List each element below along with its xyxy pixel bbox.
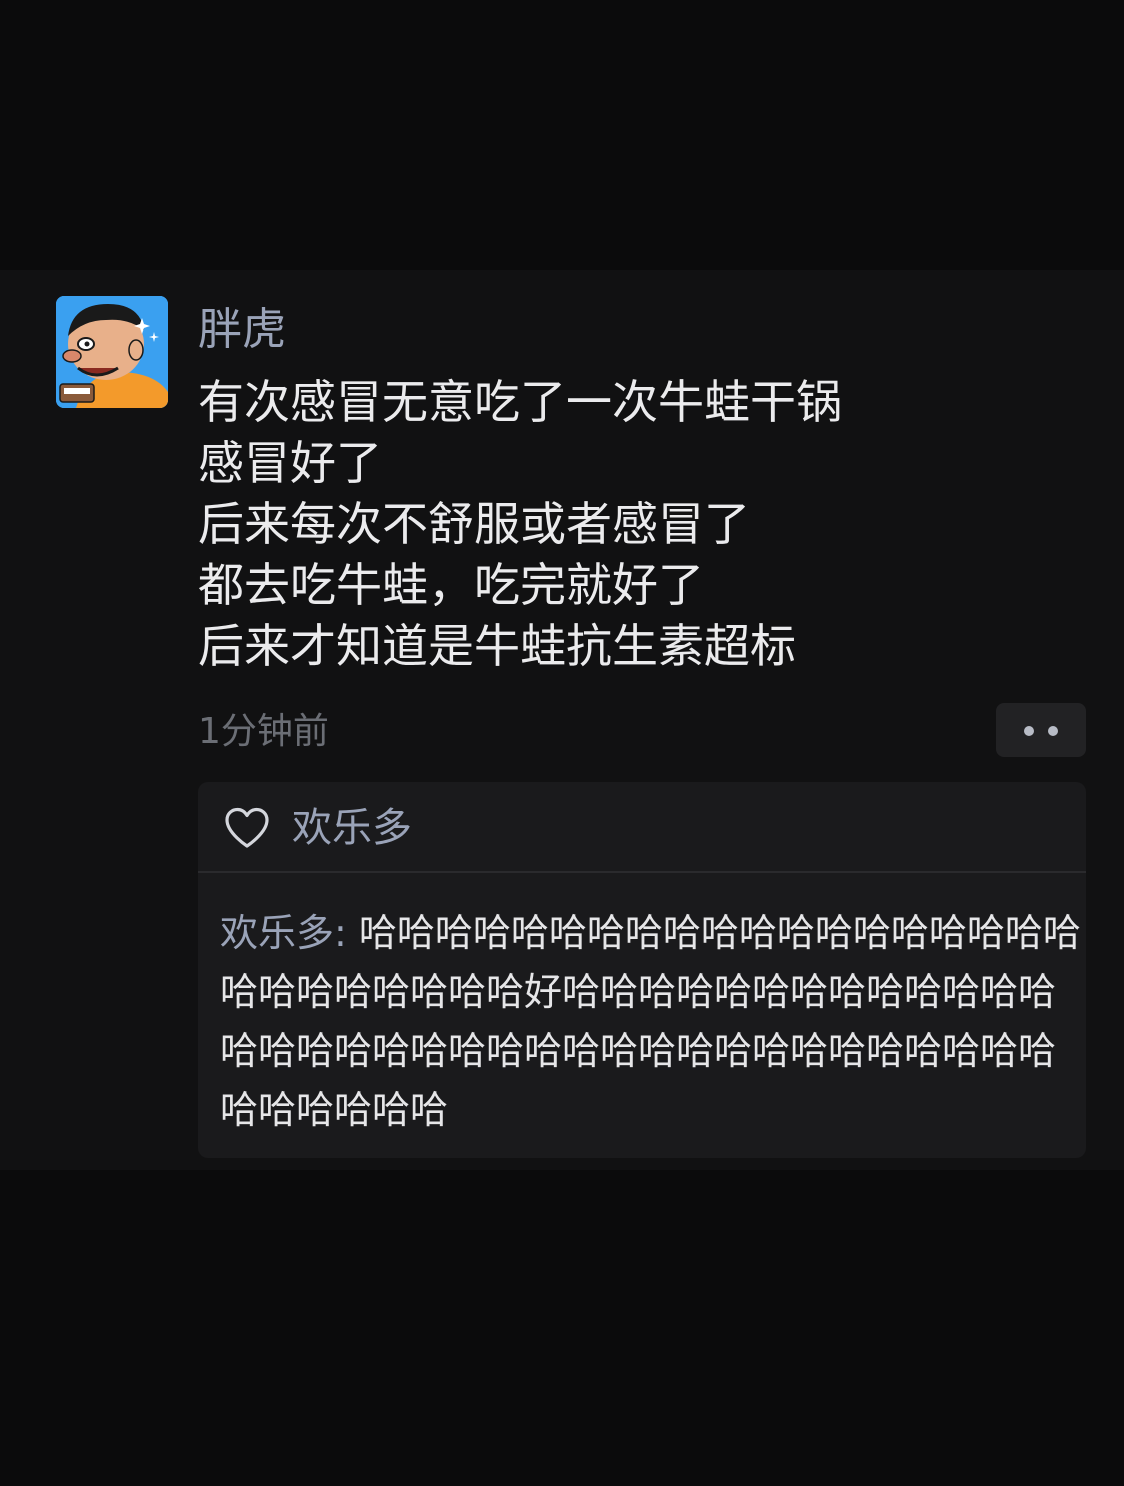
comment-author[interactable]: 欢乐多: xyxy=(220,911,347,955)
heart-outline-icon xyxy=(225,807,269,848)
avatar[interactable] xyxy=(56,296,168,408)
likes-row: 欢乐多 xyxy=(198,782,1086,873)
post-content-line: 感冒好了 xyxy=(198,436,382,490)
post-content-line: 后来每次不舒服或者感冒了 xyxy=(198,497,750,551)
more-button[interactable] xyxy=(996,703,1086,757)
post-timestamp: 1分钟前 xyxy=(198,711,329,752)
cartoon-avatar-icon xyxy=(56,296,168,408)
post-author-name[interactable]: 胖虎 xyxy=(198,300,286,360)
post-content-line: 有次感冒无意吃了一次牛蛙干锅 xyxy=(198,375,842,429)
dot xyxy=(1048,726,1058,736)
comment-text: 哈哈哈哈哈哈哈哈哈哈哈哈哈哈哈哈哈哈哈哈哈哈哈哈哈哈哈好哈哈哈哈哈哈哈哈哈哈哈哈… xyxy=(220,911,1081,1132)
post-content-line: 都去吃牛蛙，吃完就好了 xyxy=(198,558,704,612)
post-content-line: 后来才知道是牛蛙抗生素超标 xyxy=(198,619,796,673)
post-content: 有次感冒无意吃了一次牛蛙干锅 感冒好了 后来每次不舒服或者感冒了 都去吃牛蛙，吃… xyxy=(198,372,958,677)
comment-item[interactable]: 欢乐多: 哈哈哈哈哈哈哈哈哈哈哈哈哈哈哈哈哈哈哈哈哈哈哈哈哈哈哈好哈哈哈哈哈哈哈… xyxy=(220,904,1082,1140)
likes-comments-panel: 欢乐多 欢乐多: 哈哈哈哈哈哈哈哈哈哈哈哈哈哈哈哈哈哈哈哈哈哈哈哈哈哈哈好哈哈哈… xyxy=(198,782,1086,1158)
liker-name[interactable]: 欢乐多 xyxy=(292,802,412,854)
dot xyxy=(1024,726,1034,736)
